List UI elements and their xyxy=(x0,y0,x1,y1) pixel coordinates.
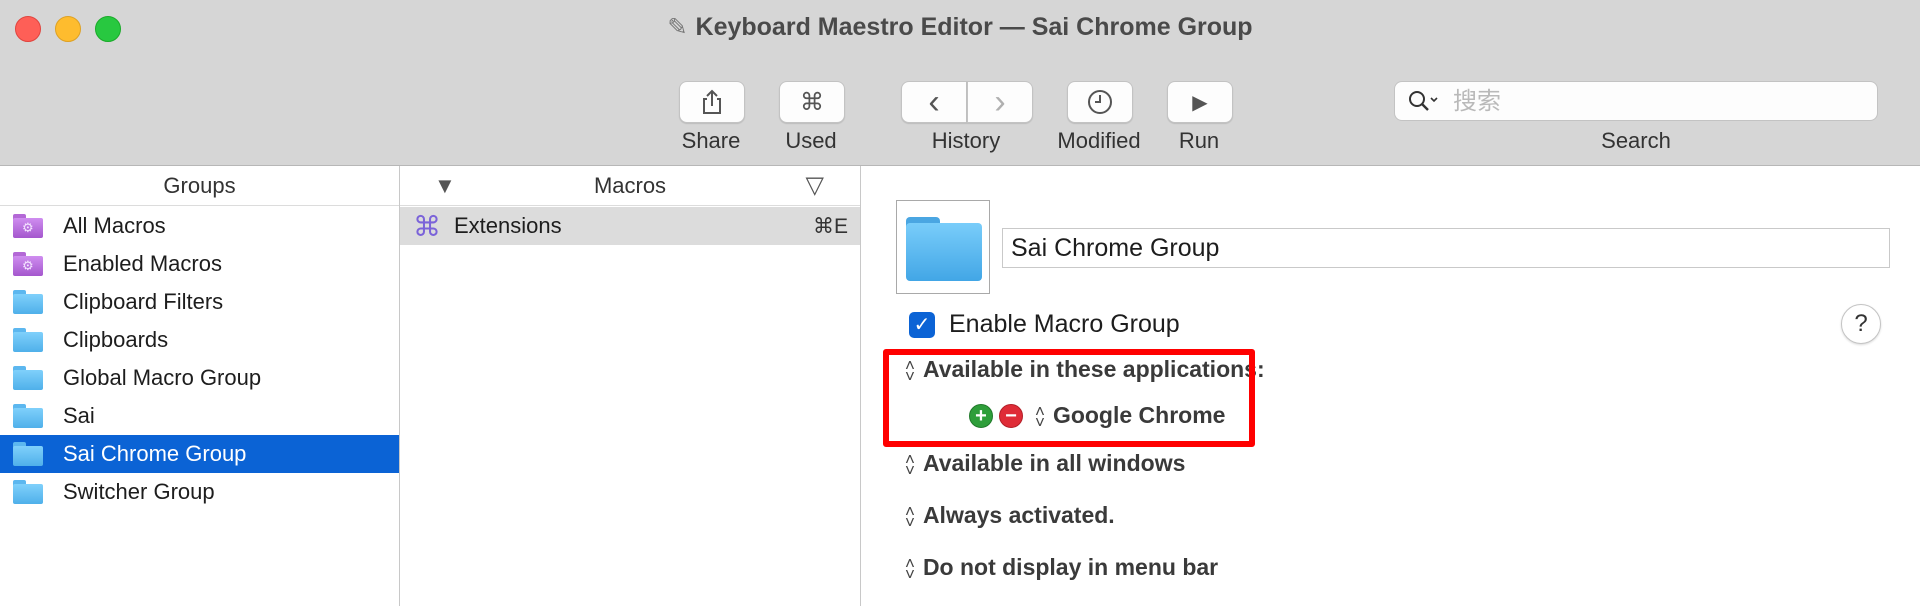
group-item-clipboard-filters[interactable]: Clipboard Filters xyxy=(0,283,399,321)
folder-icon xyxy=(13,328,43,352)
window-toolbar: ✎ Keyboard Maestro Editor — Sai Chrome Gr… xyxy=(0,0,1920,166)
history-back-button[interactable]: ‹ xyxy=(901,81,967,123)
command-icon: ⌘ xyxy=(800,88,824,116)
filter-triangle-icon[interactable]: ▽ xyxy=(806,171,824,200)
highlight-annotation-box xyxy=(883,349,1255,447)
document-icon: ✎ xyxy=(667,14,688,41)
folder-icon xyxy=(13,290,43,314)
search-icon xyxy=(1409,91,1438,111)
used-button[interactable]: ⌘ xyxy=(779,81,845,123)
run-label: Run xyxy=(1178,128,1220,153)
search-field[interactable] xyxy=(1394,81,1878,121)
group-name-input[interactable] xyxy=(1003,229,1889,267)
updown-chevron-icon: ˄ ˅ xyxy=(905,449,915,480)
play-icon: ▶ xyxy=(1192,91,1208,114)
group-item-switcher-group[interactable]: Switcher Group xyxy=(0,473,399,511)
group-item-clipboards[interactable]: Clipboards xyxy=(0,321,399,359)
group-item-sai[interactable]: Sai xyxy=(0,397,399,435)
window-title: ✎ Keyboard Maestro Editor — Sai Chrome Gr… xyxy=(667,13,1253,41)
share-button[interactable] xyxy=(679,81,745,123)
modified-label: Modified xyxy=(1057,128,1141,153)
run-button[interactable]: ▶ xyxy=(1167,81,1233,123)
enable-checkbox[interactable]: ✓ xyxy=(909,311,935,338)
search-label: Search xyxy=(1601,128,1671,153)
folder-icon xyxy=(13,442,43,466)
macro-shortcut: ⌘E xyxy=(812,214,848,238)
command-icon: ⌘ xyxy=(413,210,441,242)
macros-pane: ▼ Macros ▽ ⌘ Extensions ⌘E xyxy=(400,166,861,606)
macros-header[interactable]: ▼ Macros ▽ xyxy=(400,166,860,206)
clock-icon xyxy=(1088,90,1112,114)
enable-macro-group-row[interactable]: ✓ Enable Macro Group xyxy=(909,310,1180,339)
group-item-sai-chrome-group[interactable]: Sai Chrome Group xyxy=(0,435,399,473)
group-name-field[interactable] xyxy=(1002,228,1890,268)
menu-bar-popup[interactable]: ˄ ˅ Do not display in menu bar xyxy=(905,553,1218,584)
availability-windows-popup[interactable]: ˄ ˅ Available in all windows xyxy=(905,449,1185,480)
used-label: Used xyxy=(785,128,837,153)
folder-icon xyxy=(13,366,43,390)
folder-icon xyxy=(13,480,43,504)
group-folder-icon[interactable] xyxy=(896,200,990,294)
smart-folder-icon: ⚙ xyxy=(13,252,43,276)
groups-header[interactable]: Groups xyxy=(0,166,399,206)
groups-pane: Groups ⚙ All Macros ⚙ Enabled Macros Cli… xyxy=(0,166,400,606)
sort-triangle-icon[interactable]: ▼ xyxy=(434,173,456,199)
groups-list: ⚙ All Macros ⚙ Enabled Macros Clipboard … xyxy=(0,207,399,511)
history-forward-button[interactable]: › xyxy=(967,81,1033,123)
enable-label: Enable Macro Group xyxy=(949,310,1180,338)
activation-popup[interactable]: ˄ ˅ Always activated. xyxy=(905,501,1115,532)
share-label: Share xyxy=(681,128,741,153)
macro-item-extensions[interactable]: ⌘ Extensions ⌘E xyxy=(400,207,860,245)
help-icon: ? xyxy=(1854,310,1868,337)
help-button[interactable]: ? xyxy=(1841,304,1881,344)
macro-label: Extensions xyxy=(454,213,562,238)
chevron-left-icon: ‹ xyxy=(928,82,940,121)
group-item-global-macro-group[interactable]: Global Macro Group xyxy=(0,359,399,397)
smart-folder-icon: ⚙ xyxy=(13,214,43,238)
chevron-right-icon: › xyxy=(994,82,1006,121)
group-item-all-macros[interactable]: ⚙ All Macros xyxy=(0,207,399,245)
updown-chevron-icon: ˄ ˅ xyxy=(905,553,915,584)
updown-chevron-icon: ˄ ˅ xyxy=(905,501,915,532)
search-input[interactable] xyxy=(1451,86,1855,116)
folder-icon xyxy=(13,404,43,428)
group-item-enabled-macros[interactable]: ⚙ Enabled Macros xyxy=(0,245,399,283)
group-detail-pane: ✓ Enable Macro Group ? ˄˅ Available in t… xyxy=(861,166,1920,606)
history-label: History xyxy=(931,128,1001,153)
modified-button[interactable] xyxy=(1067,81,1133,123)
share-icon xyxy=(703,89,721,114)
